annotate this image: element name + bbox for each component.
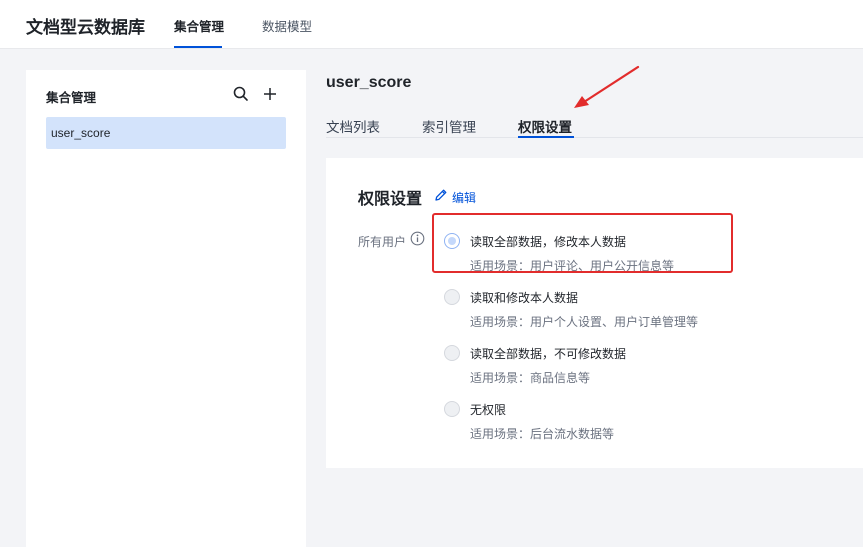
info-icon[interactable]: [410, 231, 425, 246]
collection-title: user_score: [326, 74, 412, 91]
sidebar-item-user-score[interactable]: user_score: [46, 117, 286, 149]
option-label: 读取全部数据，不可修改数据: [470, 347, 627, 361]
tabs-divider: [326, 137, 863, 138]
tab-document-list[interactable]: 文档列表: [326, 116, 380, 136]
option-label: 无权限: [470, 403, 507, 417]
option-label: 读取和修改本人数据: [470, 291, 579, 305]
permission-title: 权限设置: [358, 191, 423, 208]
plus-icon[interactable]: [261, 85, 279, 103]
permission-option-no-access[interactable]: 无权限 适用场景：后台流水数据等: [444, 398, 744, 442]
app-title: 文档型云数据库: [26, 18, 145, 37]
top-bar: 文档型云数据库 集合管理 数据模型: [0, 0, 863, 49]
search-icon[interactable]: [232, 85, 250, 103]
field-label-all-users: 所有用户: [358, 235, 407, 249]
sidebar-item-label: user_score: [51, 126, 111, 140]
active-tab-indicator: [174, 46, 222, 48]
permission-option-read-all-readonly[interactable]: 读取全部数据，不可修改数据 适用场景：商品信息等: [444, 342, 744, 386]
edit-label: 编辑: [452, 191, 477, 205]
radio-button[interactable]: [444, 345, 460, 361]
annotation-arrow-icon: [574, 65, 640, 108]
radio-button[interactable]: [444, 401, 460, 417]
option-description: 适用场景：后台流水数据等: [470, 427, 615, 441]
tab-collection-management[interactable]: 集合管理: [174, 16, 224, 35]
annotation-highlight-box: [432, 213, 733, 273]
permission-card: 权限设置 编辑 所有用户 读取全部数据，修改本人数据 适用场景：用户评论、用户公…: [326, 158, 863, 468]
option-description: 适用场景：用户个人设置、用户订单管理等: [470, 315, 699, 329]
tab-index-management[interactable]: 索引管理: [422, 116, 476, 136]
collection-sidebar: 集合管理 user_score: [26, 70, 306, 547]
tab-data-model[interactable]: 数据模型: [262, 16, 312, 35]
permission-option-read-write-own[interactable]: 读取和修改本人数据 适用场景：用户个人设置、用户订单管理等: [444, 286, 744, 330]
sidebar-title: 集合管理: [46, 91, 97, 105]
option-description: 适用场景：商品信息等: [470, 371, 591, 385]
pencil-icon: [435, 189, 447, 201]
active-tab-indicator: [518, 136, 574, 138]
radio-button[interactable]: [444, 289, 460, 305]
